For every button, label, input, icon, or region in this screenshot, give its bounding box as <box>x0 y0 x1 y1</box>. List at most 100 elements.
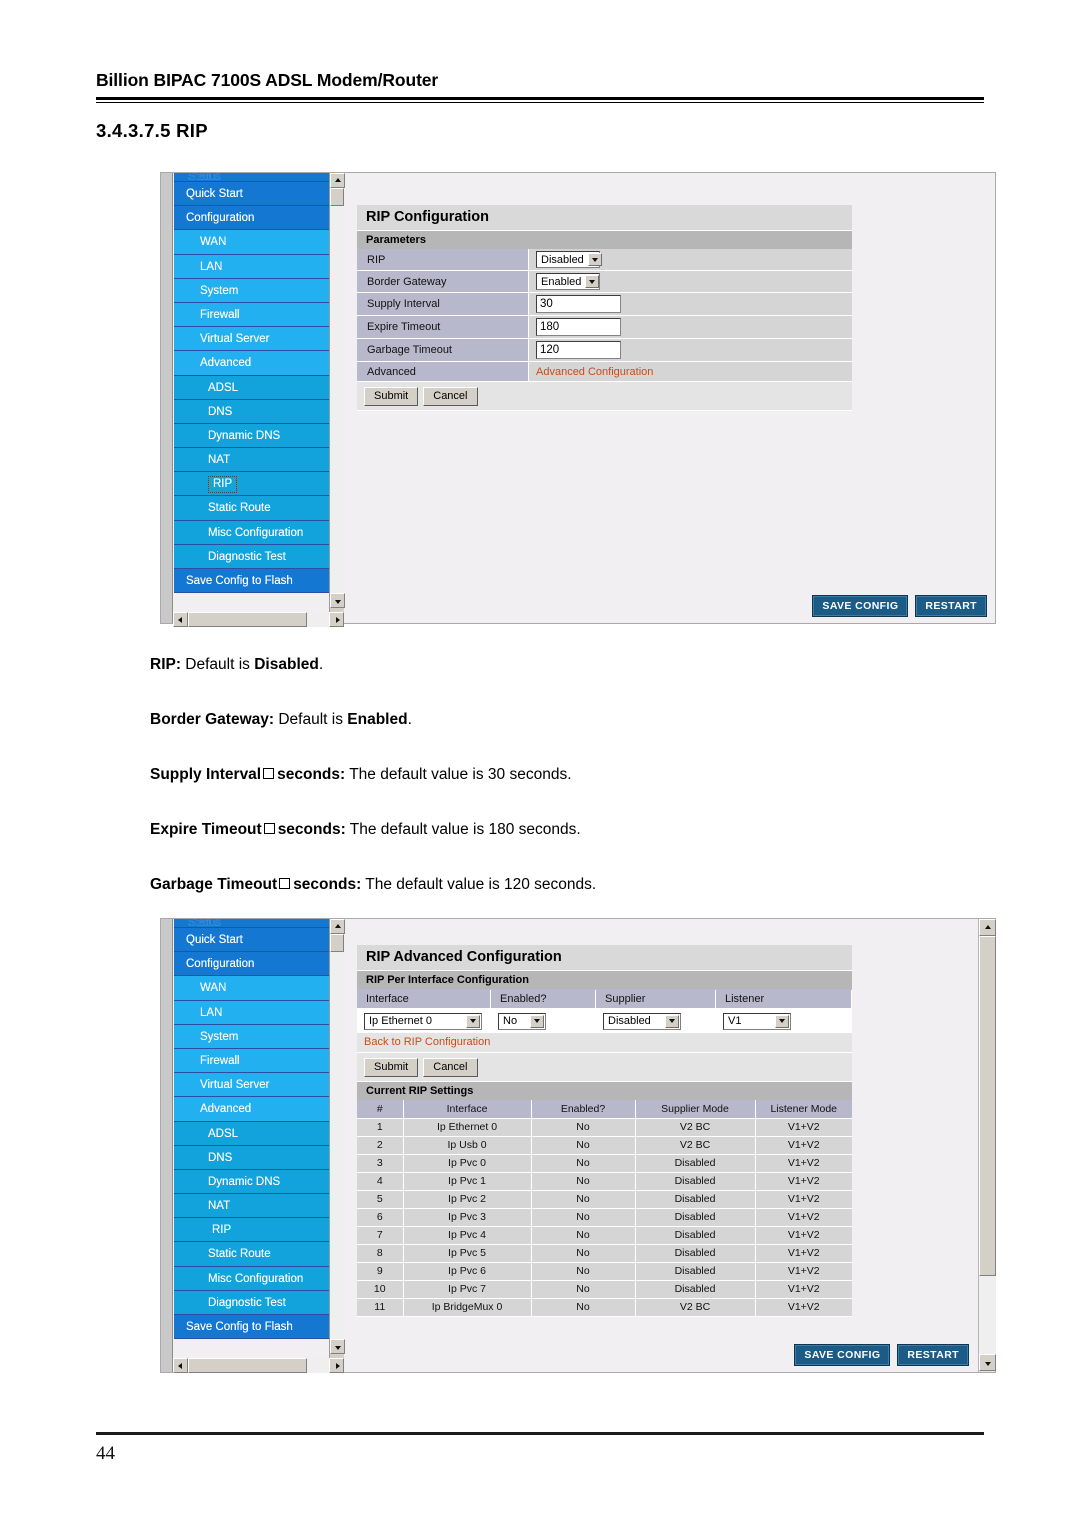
nav-scroll-down-icon[interactable] <box>330 1339 345 1354</box>
nav-hscroll-track[interactable] <box>307 612 329 627</box>
enabled-select[interactable]: No <box>498 1012 546 1030</box>
nav-item-adsl[interactable]: ADSL <box>174 1121 329 1146</box>
router-navigation-menu[interactable]: Status Quick Start Configuration WAN LAN Syst… <box>174 173 329 594</box>
cancel-button[interactable]: Cancel <box>423 1057 478 1077</box>
nav-item-advanced[interactable]: Advanced <box>174 1097 329 1122</box>
nav-vertical-scrollbar[interactable] <box>329 919 345 1358</box>
garbage-timeout-input[interactable]: 120 <box>536 341 621 359</box>
back-to-rip-configuration-link[interactable]: Back to RIP Configuration <box>364 1036 490 1048</box>
nav-item-lan[interactable]: LAN <box>174 1000 329 1025</box>
table-row: 1 Ip Ethernet 0 No V2 BC V1+V2 <box>357 1118 852 1137</box>
listener-select[interactable]: V1 <box>723 1012 791 1030</box>
browser-scroll-up-icon[interactable] <box>979 919 996 936</box>
nav-item-system[interactable]: System <box>174 278 329 303</box>
browser-scroll-thumb[interactable] <box>979 936 996 1276</box>
cancel-button[interactable]: Cancel <box>423 387 478 406</box>
per-interface-header-interface: Interface <box>357 989 491 1008</box>
parameter-row: Supply Interval 30 <box>357 293 852 316</box>
nav-item-static-route[interactable]: Static Route <box>174 496 329 521</box>
table-cell: V1+V2 <box>755 1298 852 1317</box>
nav-item-lan[interactable]: LAN <box>174 254 329 279</box>
nav-item-firewall[interactable]: Firewall <box>174 1048 329 1074</box>
nav-scroll-track[interactable] <box>330 952 344 1339</box>
nav-item-dns[interactable]: DNS <box>174 1145 329 1170</box>
nav-item-save-config-to-flash[interactable]: Save Config to Flash <box>174 569 329 594</box>
nav-rail <box>161 173 173 623</box>
nav-horizontal-scrollbar[interactable] <box>173 612 344 627</box>
nav-vertical-scrollbar[interactable] <box>329 173 345 612</box>
restart-button[interactable]: RESTART <box>915 595 987 617</box>
nav-item-dynamic-dns[interactable]: Dynamic DNS <box>174 1169 329 1195</box>
nav-item-firewall[interactable]: Firewall <box>174 302 329 328</box>
nav-item-misc-configuration[interactable]: Misc Configuration <box>174 520 329 545</box>
router-navigation-menu[interactable]: Status Quick Start Configuration WAN LAN Syst… <box>174 919 329 1340</box>
nav-scroll-thumb[interactable] <box>330 934 344 952</box>
nav-item-nat[interactable]: NAT <box>174 448 329 473</box>
border-gateway-select[interactable]: Enabled <box>536 273 600 290</box>
column-header: Interface <box>403 1099 532 1119</box>
nav-item-adsl[interactable]: ADSL <box>174 375 329 400</box>
nav-item-wan[interactable]: WAN <box>174 230 329 255</box>
advanced-configuration-link[interactable]: Advanced Configuration <box>536 366 653 378</box>
chevron-down-icon[interactable] <box>466 1014 480 1028</box>
chevron-down-icon[interactable] <box>587 253 602 266</box>
chevron-down-icon[interactable] <box>530 1014 544 1028</box>
supplier-select[interactable]: Disabled <box>603 1012 681 1030</box>
save-config-button[interactable]: SAVE CONFIG <box>812 595 909 617</box>
nav-item-virtual-server[interactable]: Virtual Server <box>174 327 329 352</box>
nav-item-rip[interactable]: RIP <box>174 472 329 497</box>
nav-hscroll-right-icon[interactable] <box>329 612 344 627</box>
nav-item-static-route[interactable]: Static Route <box>174 1242 329 1267</box>
nav-item-dns[interactable]: DNS <box>174 399 329 424</box>
nav-item-quick-start[interactable]: Quick Start <box>174 928 329 953</box>
save-config-button[interactable]: SAVE CONFIG <box>794 1344 891 1366</box>
nav-item-quick-start[interactable]: Quick Start <box>174 182 329 207</box>
nav-hscroll-track[interactable] <box>307 1358 329 1373</box>
nav-hscroll-left-icon[interactable] <box>173 1358 188 1373</box>
nav-item-rip[interactable]: RIP <box>174 1218 329 1243</box>
per-interface-header-listener: Listener <box>716 989 852 1008</box>
nav-item-advanced[interactable]: Advanced <box>174 351 329 376</box>
para-gt-label: Garbage Timeout <box>150 876 278 893</box>
restart-button[interactable]: RESTART <box>897 1344 969 1366</box>
chevron-down-icon[interactable] <box>665 1014 679 1028</box>
nav-scroll-track[interactable] <box>330 206 344 593</box>
nav-item-system[interactable]: System <box>174 1024 329 1049</box>
nav-item-nat[interactable]: NAT <box>174 1194 329 1219</box>
nav-scroll-down-icon[interactable] <box>330 593 345 608</box>
table-row: 7 Ip Pvc 4 No Disabled V1+V2 <box>357 1226 852 1245</box>
nav-item-diagnostic-test[interactable]: Diagnostic Test <box>174 544 329 569</box>
chevron-down-icon[interactable] <box>585 275 600 288</box>
browser-vertical-scrollbar[interactable] <box>978 919 996 1372</box>
nav-hscroll-thumb[interactable] <box>188 1358 307 1373</box>
nav-item-wan[interactable]: WAN <box>174 976 329 1001</box>
submit-button[interactable]: Submit <box>364 387 419 406</box>
nav-item-configuration[interactable]: Configuration <box>174 206 329 231</box>
nav-scroll-up-icon[interactable] <box>330 173 345 188</box>
nav-hscroll-left-icon[interactable] <box>173 612 188 627</box>
nav-item-diagnostic-test[interactable]: Diagnostic Test <box>174 1290 329 1315</box>
nav-hscroll-right-icon[interactable] <box>329 1358 344 1373</box>
browser-scroll-track[interactable] <box>979 1276 996 1354</box>
submit-button[interactable]: Submit <box>364 1057 419 1077</box>
nav-item-misc-configuration[interactable]: Misc Configuration <box>174 1266 329 1291</box>
supply-interval-input[interactable]: 30 <box>536 295 621 313</box>
rip-select[interactable]: Disabled <box>536 251 602 268</box>
chevron-down-icon[interactable] <box>775 1014 789 1028</box>
nav-item-save-config-to-flash[interactable]: Save Config to Flash <box>174 1315 329 1340</box>
para-bg-end: . <box>407 711 412 728</box>
square-glyph-icon <box>263 823 275 834</box>
nav-hscroll-thumb[interactable] <box>188 612 307 627</box>
nav-item-virtual-server[interactable]: Virtual Server <box>174 1073 329 1098</box>
router-content-two: RIP Advanced Configuration RIP Per Inter… <box>345 919 977 1372</box>
interface-select[interactable]: Ip Ethernet 0 <box>364 1012 482 1030</box>
nav-scroll-up-icon[interactable] <box>330 919 345 934</box>
nav-item-configuration[interactable]: Configuration <box>174 952 329 977</box>
expire-timeout-input[interactable]: 180 <box>536 318 621 336</box>
nav-scroll-thumb[interactable] <box>330 188 344 206</box>
browser-scroll-down-icon[interactable] <box>979 1354 996 1371</box>
nav-horizontal-scrollbar[interactable] <box>173 1358 344 1373</box>
nav-item-status[interactable]: Status <box>174 919 329 928</box>
nav-item-dynamic-dns[interactable]: Dynamic DNS <box>174 423 329 449</box>
nav-item-status[interactable]: Status <box>174 173 329 182</box>
